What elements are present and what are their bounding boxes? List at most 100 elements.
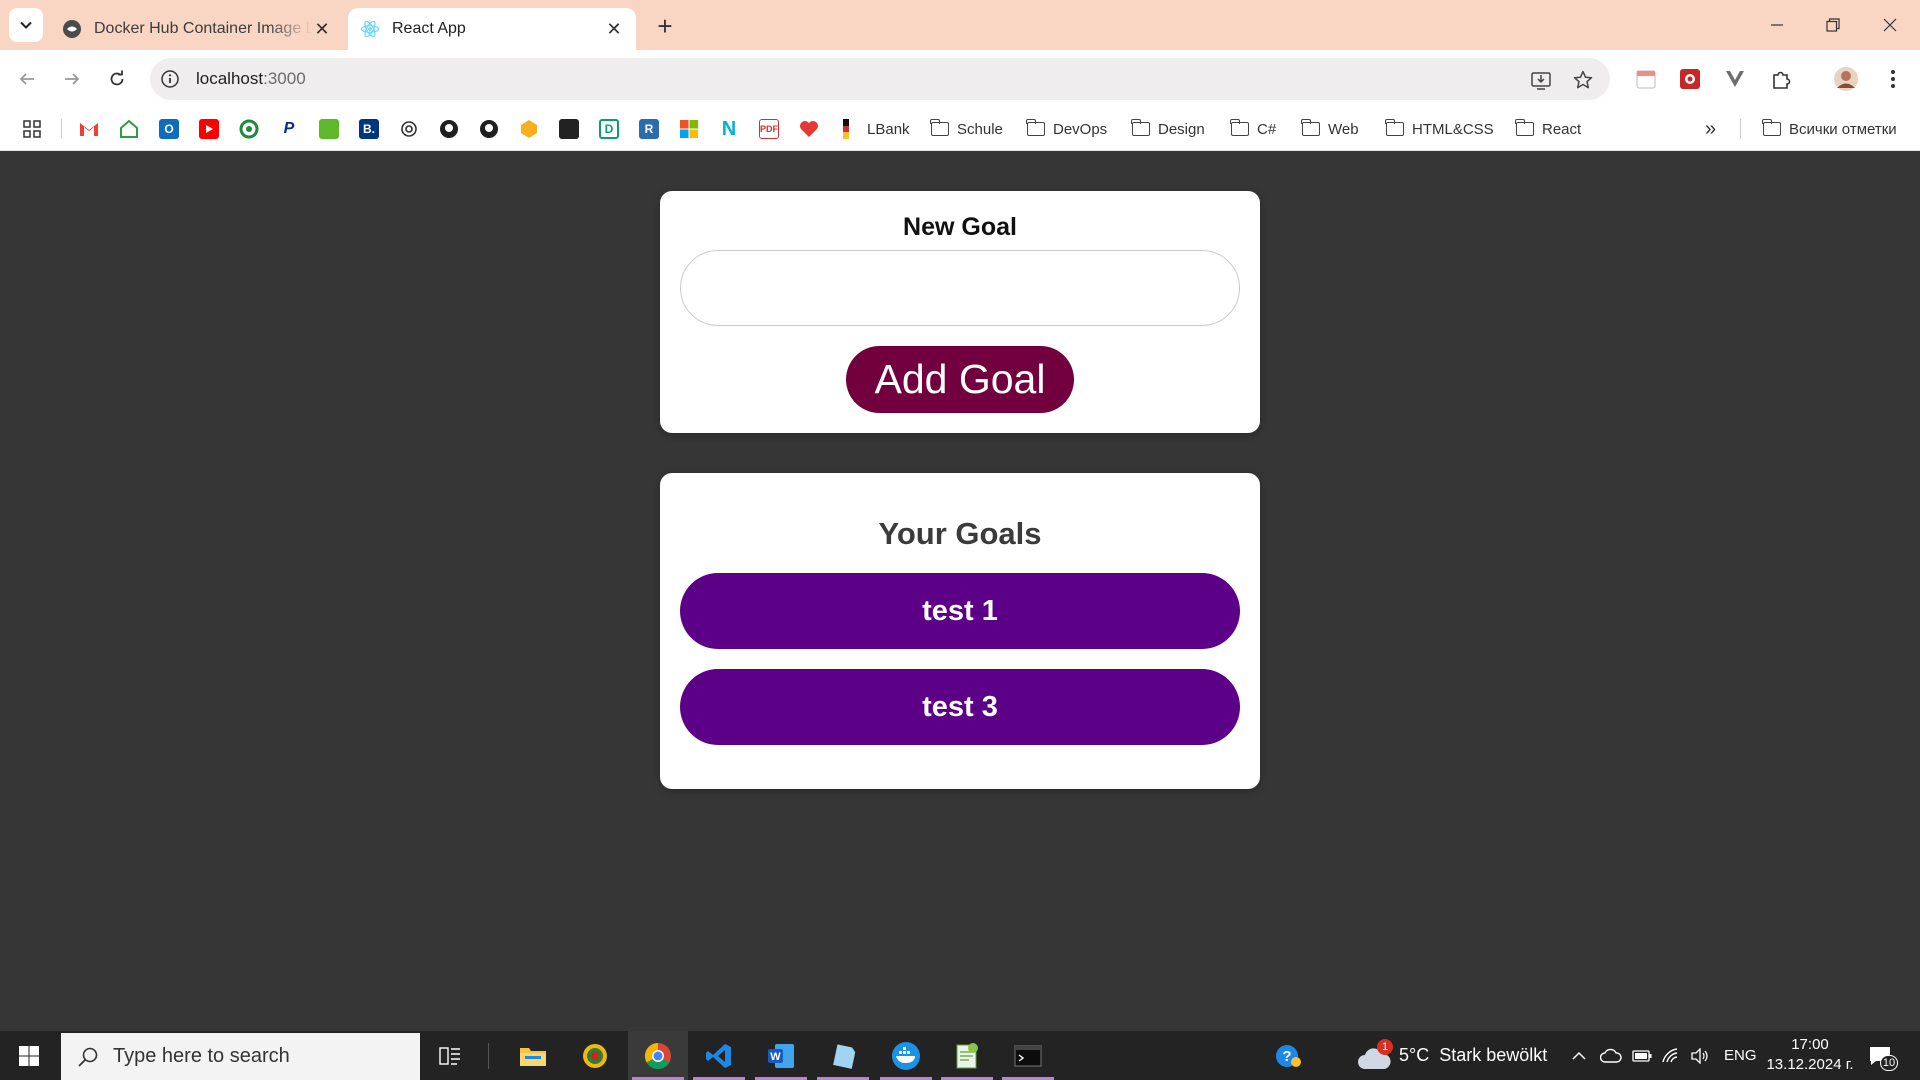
page-viewport: New Goal Add Goal Your Goals test 1 test… [0,151,1920,1031]
extensions-puzzle-icon[interactable] [1768,66,1794,92]
notion-icon[interactable]: N [719,118,739,140]
show-hidden-icons-chevron-icon[interactable] [1571,1031,1587,1080]
bookmark-folder-htmlcss[interactable]: HTML&CSS [1385,117,1494,141]
new-tab-button[interactable]: + [651,11,679,41]
tab-search-button[interactable] [9,8,43,42]
heart-icon[interactable] [799,119,819,139]
address-bar[interactable]: localhost:3000 [150,58,1610,100]
outlook-icon[interactable]: O [159,119,179,139]
bookmark-folder-react[interactable]: React [1515,117,1582,141]
apps-icon[interactable] [22,119,42,139]
back-button[interactable] [10,62,44,96]
clock-date: 13.12.2024 г. [1766,1056,1854,1073]
paypal-icon[interactable]: P [279,119,299,139]
tab-docker-hub[interactable]: Docker Hub Container Image Library ✕ [50,8,344,50]
onedrive-icon[interactable] [1600,1031,1622,1080]
bookmark-label: HTML&CSS [1412,120,1494,138]
weather-alert-badge: 1 [1377,1038,1393,1055]
chatgpt-icon[interactable] [399,119,419,139]
taskbar-clock[interactable]: 17:00 13.12.2024 г. [1764,1035,1856,1075]
tab-strip: Docker Hub Container Image Library ✕ Rea… [0,0,1920,50]
goal-text-input[interactable] [680,250,1240,326]
folder-icon [1515,119,1534,136]
word-icon[interactable]: W [751,1031,811,1080]
close-tab-icon[interactable]: ✕ [604,19,624,39]
reload-button[interactable] [100,62,134,96]
extension-calendar-icon[interactable] [1633,66,1659,92]
notifications-icon[interactable]: 10 [1868,1031,1898,1080]
all-bookmarks-folder[interactable]: Всички отметки [1762,117,1897,141]
bookmark-label: Design [1158,120,1205,138]
goal-item[interactable]: test 3 [680,669,1240,745]
docker-hub-icon [62,19,82,39]
language-indicator[interactable]: ENG [1724,1031,1757,1080]
bookmark-lbank[interactable]: LBank [867,117,910,141]
cloud-icon: 1 [1357,1038,1393,1071]
datacamp-icon[interactable]: D [599,119,619,139]
windows-start-icon[interactable] [0,1031,58,1080]
svg-text:W: W [770,1051,781,1063]
bookmark-label: Web [1328,120,1359,138]
goals-heading: Your Goals [878,516,1042,551]
chrome-icon[interactable] [628,1031,688,1080]
bookmark-folder-csharp[interactable]: C# [1230,117,1276,141]
notepad-icon[interactable] [813,1031,873,1080]
bookmark-label: React [1542,120,1582,138]
close-window-icon[interactable] [1875,10,1905,40]
install-app-icon[interactable] [1530,69,1552,91]
bookmark-label: DevOps [1053,120,1108,138]
restore-icon[interactable] [1818,10,1848,40]
home-icon[interactable] [119,119,139,139]
weather-widget[interactable]: 1 5°C Stark bewölkt [1357,1031,1547,1080]
tab-react-app[interactable]: React App ✕ [348,8,636,50]
bookmark-folder-devops[interactable]: DevOps [1026,117,1108,141]
microsoft-icon[interactable] [679,119,699,139]
terminal-icon[interactable] [998,1031,1058,1080]
bookmark-folder-schule[interactable]: Schule [930,117,1003,141]
browser-toolbar: localhost:3000 [0,50,1920,107]
terminal-icon[interactable] [559,119,579,139]
close-tab-icon[interactable]: ✕ [312,19,332,39]
battery-icon[interactable] [1632,1031,1652,1080]
more-bookmarks-chevron-icon[interactable]: » [1705,117,1716,141]
file-explorer-icon[interactable] [503,1031,563,1080]
booking-icon[interactable]: B. [359,119,379,139]
volume-icon[interactable] [1690,1031,1710,1080]
folder-icon [930,119,949,136]
github-icon-2[interactable] [479,119,499,139]
youtube-icon[interactable] [199,119,219,139]
r-icon[interactable]: R [639,119,659,139]
bookmark-star-icon[interactable] [1572,69,1594,91]
wifi-icon[interactable] [1662,1031,1682,1080]
datev-icon[interactable] [319,119,339,139]
all-bookmarks-label: Всички отметки [1789,120,1897,138]
vscode-icon[interactable] [689,1031,749,1080]
clock-time: 17:00 [1791,1036,1829,1053]
docker-icon[interactable] [876,1031,936,1080]
pdf24-icon[interactable]: PDF [759,119,779,139]
notepad-plus-icon[interactable] [937,1031,997,1080]
bookmark-folder-design[interactable]: Design [1131,117,1205,141]
site-info-icon[interactable] [160,69,180,89]
app-green-icon[interactable] [565,1031,625,1080]
menu-kebab-icon[interactable] [1880,66,1906,92]
stackblitz-icon[interactable] [519,119,539,139]
github-icon[interactable] [439,119,459,139]
add-goal-button[interactable]: Add Goal [846,346,1074,413]
taskbar-search-box[interactable]: Type here to search [61,1033,420,1080]
refresh-green-icon[interactable] [239,119,259,139]
extension-vue-icon[interactable] [1722,66,1748,92]
task-view-icon[interactable] [420,1031,480,1080]
help-icon[interactable]: ? [1274,1031,1302,1080]
bookmark-folder-web[interactable]: Web [1301,117,1359,141]
folder-icon [1762,119,1781,136]
folder-icon [1230,119,1249,136]
profile-avatar[interactable] [1833,66,1859,92]
new-goal-form: New Goal Add Goal [660,191,1260,433]
minimize-icon[interactable] [1762,10,1792,40]
extension-red-icon[interactable] [1677,66,1703,92]
arrow-right-icon [65,73,80,85]
forward-button[interactable] [55,62,89,96]
goal-item[interactable]: test 1 [680,573,1240,649]
gmail-icon[interactable] [79,119,99,139]
